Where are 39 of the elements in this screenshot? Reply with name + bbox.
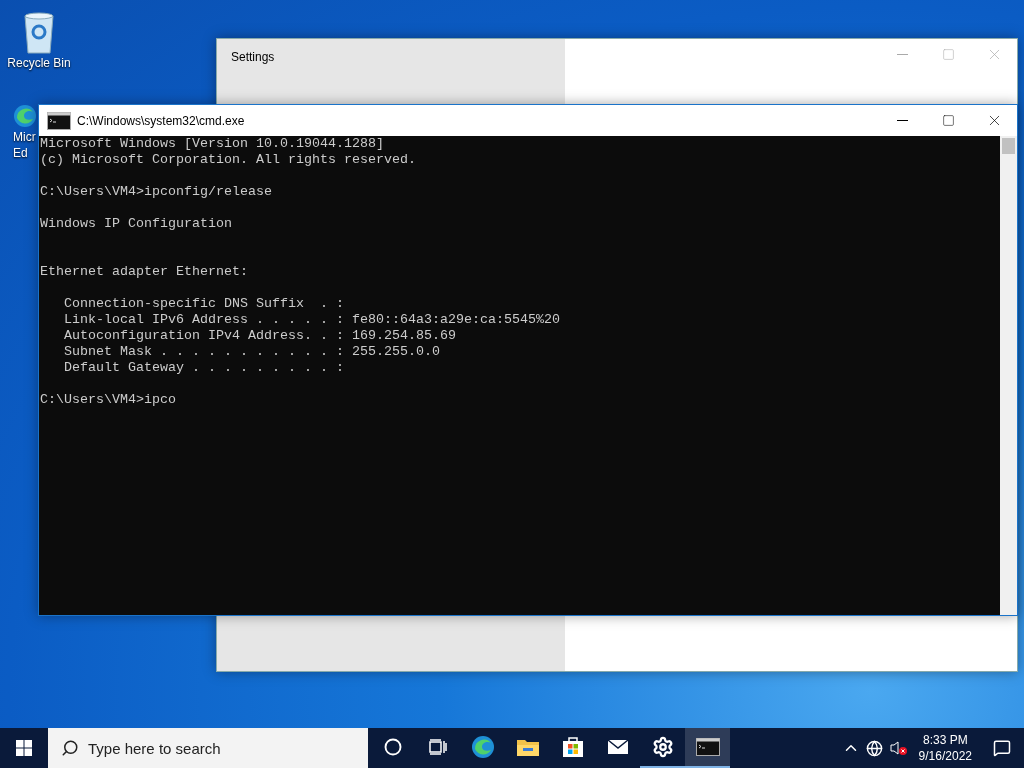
recycle-bin-icon bbox=[21, 10, 57, 54]
edge-icon bbox=[470, 735, 495, 759]
desktop-icon-label: Micr bbox=[13, 130, 36, 144]
console-line: Link-local IPv6 Address . . . . . : fe80::64a3:a29e:ca:5545%20 bbox=[63, 312, 561, 328]
console-line: Connection-specific DNS Suffix . : bbox=[63, 296, 345, 312]
console-line: Subnet Mask . . . . . . . . . . . : 255.255.0.0 bbox=[63, 344, 441, 360]
task-view-icon bbox=[428, 739, 447, 755]
maximize-icon bbox=[941, 48, 955, 61]
maximize-icon bbox=[941, 114, 955, 127]
terminal-icon bbox=[47, 111, 71, 130]
minimize-icon bbox=[896, 54, 908, 55]
console-line: C:\Users\VM4>ipco bbox=[40, 392, 177, 408]
clock[interactable]: 8:33 PM 9/16/2022 bbox=[910, 732, 980, 764]
search-icon bbox=[61, 739, 79, 757]
windows-logo-icon bbox=[16, 740, 32, 756]
terminal-icon bbox=[695, 738, 720, 756]
desktop-icon[interactable]: Micr Ed bbox=[13, 104, 39, 160]
scrollbar[interactable] bbox=[1000, 136, 1017, 615]
taskbar-app-button[interactable] bbox=[685, 728, 730, 768]
store-icon bbox=[561, 736, 584, 758]
desktop-icon[interactable]: Recycle Bin bbox=[4, 10, 74, 70]
search-field[interactable]: Type here to search bbox=[48, 728, 368, 768]
console-line: Ethernet adapter Ethernet: bbox=[40, 264, 249, 280]
minimize-icon bbox=[896, 120, 908, 121]
mail-icon bbox=[606, 739, 629, 755]
console-line: Autoconfiguration IPv4 Address. . : 169.254.85.69 bbox=[63, 328, 457, 344]
folder-icon bbox=[515, 737, 540, 757]
console-line: Microsoft Windows [Version 10.0.19044.1288] bbox=[40, 136, 385, 152]
console-line: Windows IP Configuration bbox=[40, 216, 233, 232]
console-line: (c) Microsoft Corporation. All rights reserved. bbox=[40, 152, 417, 168]
console-line: Default Gateway . . . . . . . . . : bbox=[63, 360, 345, 376]
edge-icon bbox=[13, 104, 37, 128]
window-title: Settings bbox=[231, 50, 275, 64]
desktop-icon-label: Recycle Bin bbox=[7, 56, 71, 70]
circle-icon bbox=[383, 738, 402, 756]
console-line: C:\Users\VM4>ipconfig/release bbox=[40, 184, 273, 200]
settings-icon bbox=[651, 736, 674, 758]
window-title: C:\Windows\system32\cmd.exe bbox=[77, 113, 246, 128]
desktop-icon-label: Ed bbox=[13, 146, 28, 160]
